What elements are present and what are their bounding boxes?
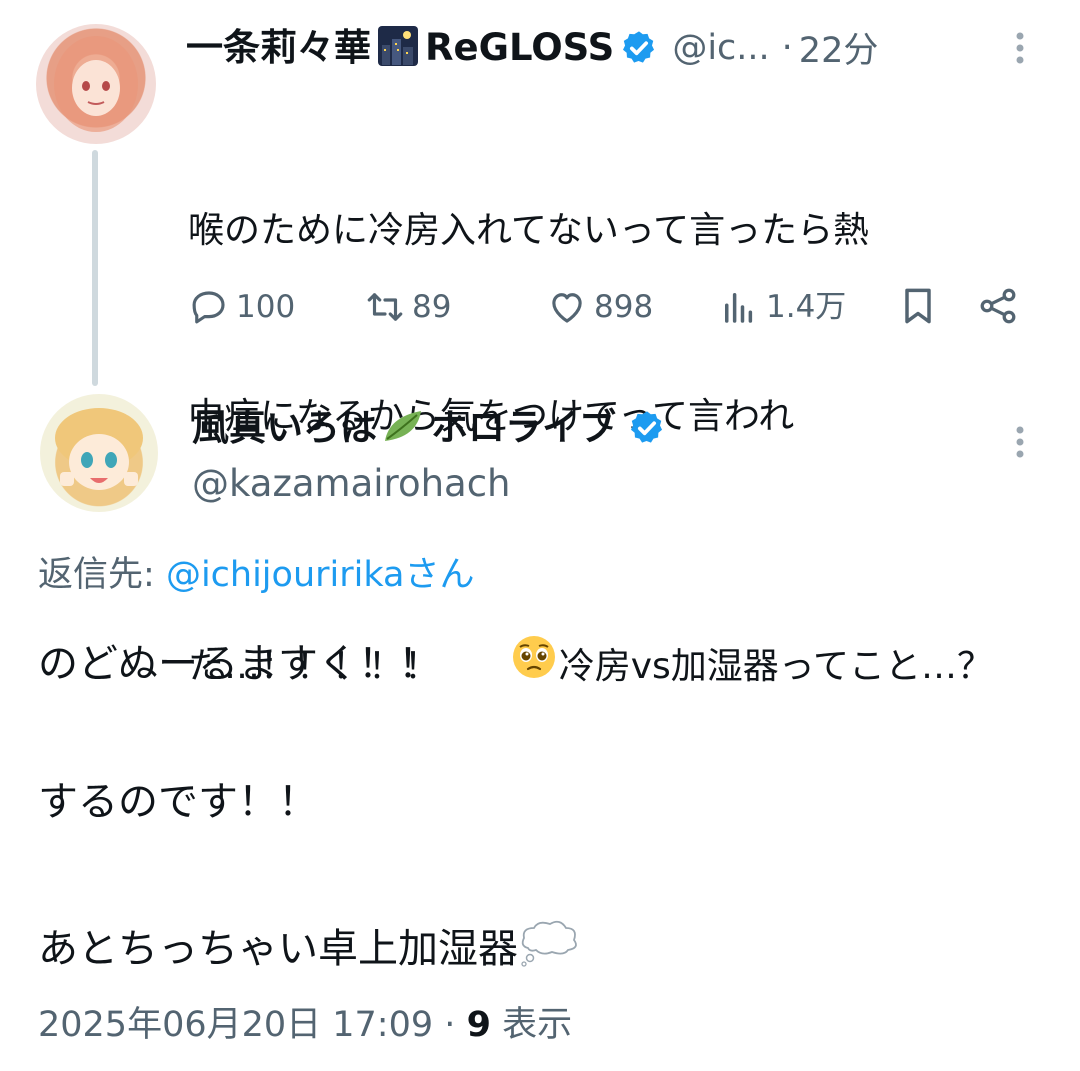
- header-separator: ·: [781, 27, 793, 68]
- parent-author-avatar[interactable]: [36, 24, 156, 144]
- pleading-face-emoji-icon: [442, 572, 557, 762]
- thread-connector-line: [92, 150, 98, 386]
- tweet-timestamp[interactable]: 2025年06月20日 17:09: [38, 1005, 433, 1045]
- like-count: 898: [594, 289, 654, 325]
- parent-tweet-header: 一条莉々華 ReGLOSS @ic... · 22分: [186, 22, 878, 73]
- more-options-icon[interactable]: [1000, 422, 1040, 466]
- bookmark-icon[interactable]: [896, 284, 940, 332]
- parent-handle[interactable]: @ic...: [672, 28, 769, 68]
- tweet-view-count: 9: [466, 1005, 491, 1045]
- parent-author-name[interactable]: 一条莉々華: [186, 24, 371, 72]
- replying-to-mention[interactable]: @ichijouririkaさん: [166, 555, 475, 595]
- replying-to-label: 返信先:: [38, 555, 155, 595]
- view-count-button[interactable]: 1.4万: [718, 286, 846, 328]
- reply-body-line-with-emoji: あとちっちゃい卓上加湿器: [38, 918, 580, 979]
- city-night-emoji-icon: [377, 25, 419, 71]
- reply-count-button[interactable]: 100: [188, 286, 295, 328]
- verified-badge-icon: [628, 409, 666, 447]
- replying-to: 返信先: @ichijouririkaさん: [38, 552, 474, 598]
- verified-badge-icon: [620, 29, 658, 67]
- parent-time-ago[interactable]: 22分: [799, 22, 879, 73]
- retweet-count-button[interactable]: 89: [364, 286, 451, 328]
- more-options-icon[interactable]: [1000, 28, 1040, 72]
- parent-author-suffix[interactable]: ReGLOSS: [425, 24, 614, 72]
- share-icon[interactable]: [976, 284, 1020, 332]
- reply-tweet-header: 風真いろは ホロライブ: [192, 404, 666, 452]
- retweet-icon: [367, 293, 403, 321]
- view-count: 1.4万: [766, 289, 847, 325]
- reply-count: 100: [236, 289, 296, 325]
- parent-text-fragment: 冷房vs加湿器ってこと…？: [558, 646, 993, 687]
- reply-author-avatar[interactable]: [40, 394, 158, 512]
- tweet-metadata: 2025年06月20日 17:09 · 9 表示: [38, 1002, 572, 1048]
- metadata-separator: ·: [444, 1005, 456, 1045]
- parent-text-line: 喉のために冷房入れてないって言ったら熱: [188, 210, 870, 251]
- reply-icon: [192, 291, 225, 324]
- views-icon: [725, 293, 753, 323]
- reply-body-line: のどぬーるますく！！: [38, 641, 438, 687]
- retweet-count: 89: [412, 289, 452, 325]
- reply-author-name[interactable]: 風真いろは: [192, 404, 377, 452]
- tweet-view-label: 表示: [502, 1005, 573, 1045]
- reply-body-line: するのです！！: [38, 779, 318, 825]
- reply-body-line: あとちっちゃい卓上加湿器: [38, 925, 518, 972]
- leaf-emoji-icon: [381, 405, 427, 451]
- reply-handle[interactable]: @kazamairohach: [192, 460, 511, 508]
- thought-balloon-emoji-icon: [518, 918, 580, 979]
- like-count-button[interactable]: 898: [546, 286, 653, 328]
- like-icon: [552, 293, 582, 323]
- reply-author-suffix[interactable]: ホロライブ: [431, 404, 616, 452]
